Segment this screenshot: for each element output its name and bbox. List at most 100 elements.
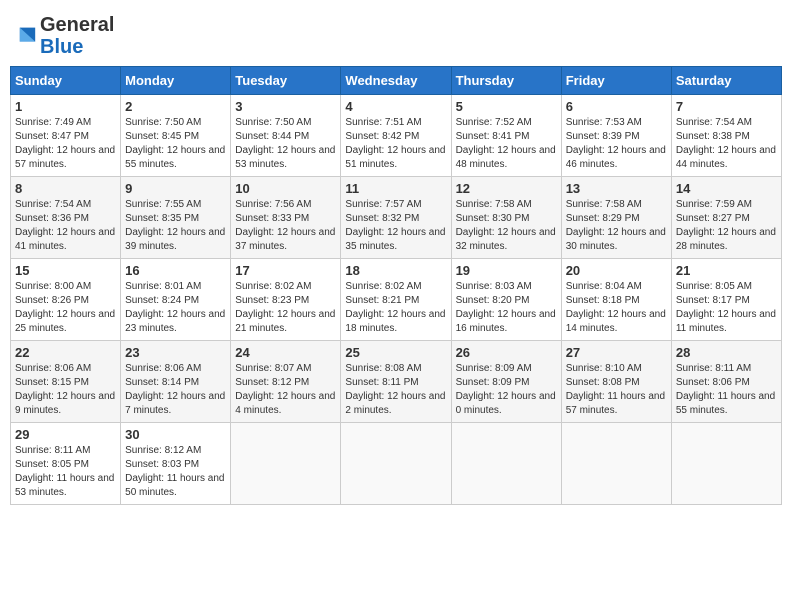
cell-info: Sunrise: 8:06 AMSunset: 8:14 PMDaylight:…	[125, 363, 225, 416]
calendar-cell	[341, 423, 451, 505]
day-number: 7	[676, 99, 777, 114]
calendar-cell: 9 Sunrise: 7:55 AMSunset: 8:35 PMDayligh…	[121, 177, 231, 259]
calendar-cell: 22 Sunrise: 8:06 AMSunset: 8:15 PMDaylig…	[11, 341, 121, 423]
day-number: 9	[125, 181, 226, 196]
cell-info: Sunrise: 7:51 AMSunset: 8:42 PMDaylight:…	[345, 117, 445, 170]
day-number: 13	[566, 181, 667, 196]
cell-info: Sunrise: 8:11 AMSunset: 8:05 PMDaylight:…	[15, 445, 114, 498]
cell-info: Sunrise: 7:49 AMSunset: 8:47 PMDaylight:…	[15, 117, 115, 170]
page-header: General Blue	[10, 10, 782, 58]
calendar-cell: 30 Sunrise: 8:12 AMSunset: 8:03 PMDaylig…	[121, 423, 231, 505]
day-number: 4	[345, 99, 446, 114]
calendar-cell: 11 Sunrise: 7:57 AMSunset: 8:32 PMDaylig…	[341, 177, 451, 259]
calendar-cell: 29 Sunrise: 8:11 AMSunset: 8:05 PMDaylig…	[11, 423, 121, 505]
day-number: 18	[345, 263, 446, 278]
calendar-cell: 28 Sunrise: 8:11 AMSunset: 8:06 PMDaylig…	[671, 341, 781, 423]
cell-info: Sunrise: 8:09 AMSunset: 8:09 PMDaylight:…	[456, 363, 556, 416]
calendar-cell: 14 Sunrise: 7:59 AMSunset: 8:27 PMDaylig…	[671, 177, 781, 259]
logo: General Blue	[10, 14, 114, 58]
cell-info: Sunrise: 8:05 AMSunset: 8:17 PMDaylight:…	[676, 281, 776, 334]
cell-info: Sunrise: 8:07 AMSunset: 8:12 PMDaylight:…	[235, 363, 335, 416]
cell-info: Sunrise: 8:02 AMSunset: 8:21 PMDaylight:…	[345, 281, 445, 334]
calendar-cell	[231, 423, 341, 505]
cell-info: Sunrise: 7:58 AMSunset: 8:29 PMDaylight:…	[566, 199, 666, 252]
header-friday: Friday	[561, 67, 671, 95]
week-row-3: 15 Sunrise: 8:00 AMSunset: 8:26 PMDaylig…	[11, 259, 782, 341]
cell-info: Sunrise: 8:10 AMSunset: 8:08 PMDaylight:…	[566, 363, 665, 416]
header-wednesday: Wednesday	[341, 67, 451, 95]
header-saturday: Saturday	[671, 67, 781, 95]
cell-info: Sunrise: 7:50 AMSunset: 8:44 PMDaylight:…	[235, 117, 335, 170]
day-number: 22	[15, 345, 116, 360]
cell-info: Sunrise: 8:02 AMSunset: 8:23 PMDaylight:…	[235, 281, 335, 334]
calendar-cell: 7 Sunrise: 7:54 AMSunset: 8:38 PMDayligh…	[671, 95, 781, 177]
cell-info: Sunrise: 8:08 AMSunset: 8:11 PMDaylight:…	[345, 363, 445, 416]
header-tuesday: Tuesday	[231, 67, 341, 95]
calendar-cell: 21 Sunrise: 8:05 AMSunset: 8:17 PMDaylig…	[671, 259, 781, 341]
cell-info: Sunrise: 8:03 AMSunset: 8:20 PMDaylight:…	[456, 281, 556, 334]
calendar-cell: 24 Sunrise: 8:07 AMSunset: 8:12 PMDaylig…	[231, 341, 341, 423]
day-number: 11	[345, 181, 446, 196]
calendar-cell: 8 Sunrise: 7:54 AMSunset: 8:36 PMDayligh…	[11, 177, 121, 259]
week-row-2: 8 Sunrise: 7:54 AMSunset: 8:36 PMDayligh…	[11, 177, 782, 259]
calendar-cell	[671, 423, 781, 505]
calendar-cell	[561, 423, 671, 505]
day-number: 10	[235, 181, 336, 196]
cell-info: Sunrise: 7:58 AMSunset: 8:30 PMDaylight:…	[456, 199, 556, 252]
calendar-cell: 10 Sunrise: 7:56 AMSunset: 8:33 PMDaylig…	[231, 177, 341, 259]
day-number: 25	[345, 345, 446, 360]
cell-info: Sunrise: 7:53 AMSunset: 8:39 PMDaylight:…	[566, 117, 666, 170]
calendar-cell: 26 Sunrise: 8:09 AMSunset: 8:09 PMDaylig…	[451, 341, 561, 423]
calendar-cell: 16 Sunrise: 8:01 AMSunset: 8:24 PMDaylig…	[121, 259, 231, 341]
week-row-1: 1 Sunrise: 7:49 AMSunset: 8:47 PMDayligh…	[11, 95, 782, 177]
day-number: 29	[15, 427, 116, 442]
day-number: 28	[676, 345, 777, 360]
calendar-table: SundayMondayTuesdayWednesdayThursdayFrid…	[10, 66, 782, 505]
cell-info: Sunrise: 8:06 AMSunset: 8:15 PMDaylight:…	[15, 363, 115, 416]
logo-general: General	[40, 14, 114, 36]
header-sunday: Sunday	[11, 67, 121, 95]
cell-info: Sunrise: 8:01 AMSunset: 8:24 PMDaylight:…	[125, 281, 225, 334]
day-number: 27	[566, 345, 667, 360]
day-number: 15	[15, 263, 116, 278]
week-row-4: 22 Sunrise: 8:06 AMSunset: 8:15 PMDaylig…	[11, 341, 782, 423]
cell-info: Sunrise: 7:55 AMSunset: 8:35 PMDaylight:…	[125, 199, 225, 252]
calendar-cell: 4 Sunrise: 7:51 AMSunset: 8:42 PMDayligh…	[341, 95, 451, 177]
calendar-cell: 19 Sunrise: 8:03 AMSunset: 8:20 PMDaylig…	[451, 259, 561, 341]
day-number: 3	[235, 99, 336, 114]
cell-info: Sunrise: 8:04 AMSunset: 8:18 PMDaylight:…	[566, 281, 666, 334]
week-row-5: 29 Sunrise: 8:11 AMSunset: 8:05 PMDaylig…	[11, 423, 782, 505]
day-number: 19	[456, 263, 557, 278]
day-number: 26	[456, 345, 557, 360]
header-monday: Monday	[121, 67, 231, 95]
day-number: 5	[456, 99, 557, 114]
day-number: 21	[676, 263, 777, 278]
day-number: 1	[15, 99, 116, 114]
day-number: 17	[235, 263, 336, 278]
calendar-cell: 12 Sunrise: 7:58 AMSunset: 8:30 PMDaylig…	[451, 177, 561, 259]
day-number: 16	[125, 263, 226, 278]
cell-info: Sunrise: 7:52 AMSunset: 8:41 PMDaylight:…	[456, 117, 556, 170]
day-number: 2	[125, 99, 226, 114]
day-number: 14	[676, 181, 777, 196]
calendar-cell: 17 Sunrise: 8:02 AMSunset: 8:23 PMDaylig…	[231, 259, 341, 341]
header-thursday: Thursday	[451, 67, 561, 95]
calendar-cell: 2 Sunrise: 7:50 AMSunset: 8:45 PMDayligh…	[121, 95, 231, 177]
header-row: SundayMondayTuesdayWednesdayThursdayFrid…	[11, 67, 782, 95]
cell-info: Sunrise: 7:59 AMSunset: 8:27 PMDaylight:…	[676, 199, 776, 252]
calendar-cell	[451, 423, 561, 505]
day-number: 12	[456, 181, 557, 196]
day-number: 24	[235, 345, 336, 360]
cell-info: Sunrise: 7:50 AMSunset: 8:45 PMDaylight:…	[125, 117, 225, 170]
day-number: 23	[125, 345, 226, 360]
cell-info: Sunrise: 7:54 AMSunset: 8:36 PMDaylight:…	[15, 199, 115, 252]
day-number: 20	[566, 263, 667, 278]
calendar-cell: 13 Sunrise: 7:58 AMSunset: 8:29 PMDaylig…	[561, 177, 671, 259]
calendar-cell: 6 Sunrise: 7:53 AMSunset: 8:39 PMDayligh…	[561, 95, 671, 177]
calendar-cell: 3 Sunrise: 7:50 AMSunset: 8:44 PMDayligh…	[231, 95, 341, 177]
cell-info: Sunrise: 8:00 AMSunset: 8:26 PMDaylight:…	[15, 281, 115, 334]
calendar-cell: 5 Sunrise: 7:52 AMSunset: 8:41 PMDayligh…	[451, 95, 561, 177]
cell-info: Sunrise: 7:56 AMSunset: 8:33 PMDaylight:…	[235, 199, 335, 252]
cell-info: Sunrise: 8:12 AMSunset: 8:03 PMDaylight:…	[125, 445, 224, 498]
calendar-cell: 20 Sunrise: 8:04 AMSunset: 8:18 PMDaylig…	[561, 259, 671, 341]
